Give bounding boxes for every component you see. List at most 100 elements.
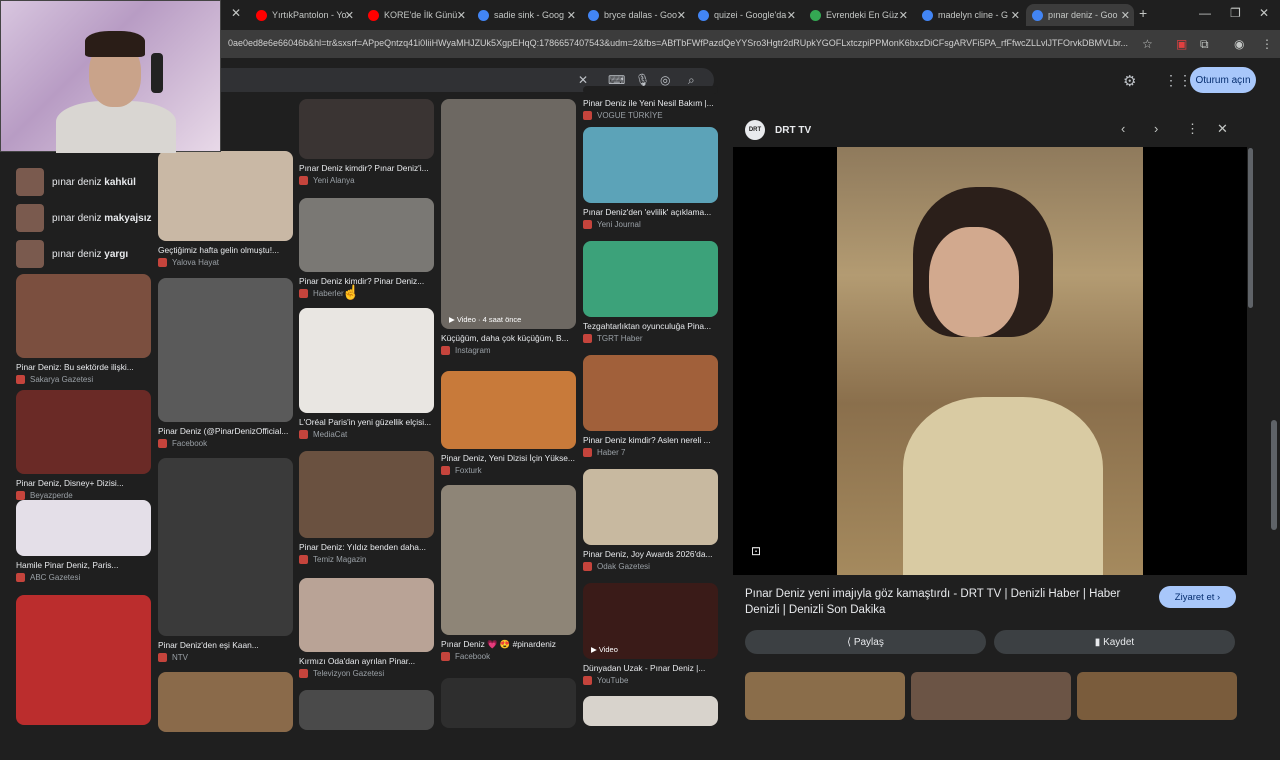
image-result-card[interactable]: Tezgahtarlıktan oyunculuğa Pina... TGRT H… — [583, 241, 718, 345]
image-result-card[interactable] — [158, 672, 293, 760]
result-thumbnail[interactable] — [441, 99, 576, 329]
signin-button[interactable]: Oturum açın — [1190, 67, 1256, 93]
related-search-item[interactable]: pınar deniz makyajsız — [16, 204, 152, 232]
image-result-card[interactable]: Pınar Deniz kimdir? Pınar Deniz'i... Yeni… — [299, 99, 434, 187]
result-thumbnail[interactable] — [583, 355, 718, 431]
browser-tab[interactable]: sadie sink - Goog ✕ — [472, 4, 580, 26]
image-result-card[interactable]: Pinar Deniz, Yeni Dizisi İçin Yükse... Fo… — [441, 371, 576, 477]
url-text[interactable]: 0ae0ed8e6e66046b&hl=tr&sxsrf=APpeQntzq41… — [228, 38, 1133, 48]
image-result-card[interactable]: Kırmızı Oda'dan ayrılan Pinar... Televizy… — [299, 578, 434, 680]
image-result-card[interactable]: Pinar Deniz, Disney+ Dizisi... Beyazperde — [16, 390, 151, 502]
visit-button[interactable]: Ziyaret et › — [1159, 586, 1236, 608]
next-icon[interactable]: › — [1154, 121, 1158, 136]
image-result-card[interactable]: Pınar Deniz'den 'evlilik' açıklama... Yen… — [583, 127, 718, 231]
result-thumbnail[interactable] — [16, 595, 151, 725]
result-caption[interactable]: Pinar Deniz kimdir? Pinar Deniz... — [299, 276, 434, 286]
similar-image[interactable] — [1077, 672, 1237, 720]
image-result-card[interactable]: Hamile Pinar Deniz, Paris... ABC Gazetesi — [16, 500, 151, 584]
apps-grid-icon[interactable]: ⋮⋮ — [1164, 72, 1192, 89]
result-thumbnail[interactable] — [16, 274, 151, 358]
result-thumbnail[interactable] — [299, 451, 434, 538]
result-caption[interactable]: Pınar Deniz'den 'evlilik' açıklama... — [583, 207, 718, 217]
panel-source[interactable]: DRT DRT TV — [745, 120, 811, 140]
browser-tab[interactable]: KORE'de İlk Günü ✕ — [362, 4, 470, 26]
result-caption[interactable]: Küçüğüm, daha çok küçüğüm, B... — [441, 333, 576, 343]
result-thumbnail[interactable] — [299, 308, 434, 413]
tab-close-icon[interactable]: ✕ — [677, 9, 686, 22]
preview-title[interactable]: Pınar Deniz yeni imajıyla göz kamaştırdı… — [745, 586, 1145, 618]
more-options-icon[interactable]: ⋮ — [1186, 121, 1199, 137]
result-caption[interactable]: Geçtiğimiz hafta gelin olmuştu!... — [158, 245, 293, 255]
result-thumbnail[interactable] — [441, 678, 576, 728]
related-search-item[interactable]: pınar deniz kahkül — [16, 168, 136, 196]
image-result-card[interactable]: Pinar Deniz, Joy Awards 2026'da... Odak G… — [583, 469, 718, 573]
image-result-card[interactable]: L'Oréal Paris'in yeni güzellik elçisi...… — [299, 308, 434, 441]
tab-close-icon[interactable]: ✕ — [787, 9, 796, 22]
tab-close-icon[interactable]: ✕ — [567, 9, 576, 22]
result-caption[interactable]: Hamile Pinar Deniz, Paris... — [16, 560, 151, 570]
result-caption[interactable]: Pinar Deniz: Yıldız benden daha... — [299, 542, 434, 552]
result-caption[interactable]: Pinar Deniz: Bu sektörde ilişki... — [16, 362, 151, 372]
result-thumbnail[interactable] — [583, 469, 718, 545]
image-result-card[interactable]: Pinar Deniz'den eşi Kaan... NTV — [158, 458, 293, 664]
result-caption[interactable]: Pınar Deniz 💗 😍 #pinardeniz — [441, 639, 576, 650]
result-thumbnail[interactable] — [583, 127, 718, 203]
image-result-card[interactable]: Pinar Deniz: Yıldız benden daha... Temiz … — [299, 451, 434, 566]
browser-tab[interactable]: YırtıkPantolon - Yo ✕ — [250, 4, 358, 26]
panel-scrollbar[interactable] — [1248, 148, 1253, 308]
result-thumbnail[interactable] — [299, 578, 434, 652]
previous-icon[interactable]: ‹ — [1121, 121, 1125, 136]
save-button[interactable]: ▮ Kaydet — [994, 630, 1235, 654]
result-thumbnail[interactable] — [158, 278, 293, 422]
result-caption[interactable]: Pinar Deniz (@PinarDenizOfficial... — [158, 426, 293, 436]
related-search-item[interactable]: pınar deniz yargı — [16, 240, 128, 268]
image-result-card[interactable] — [299, 690, 434, 758]
result-thumbnail[interactable] — [16, 500, 151, 556]
browser-tab[interactable]: bryce dallas - Goo ✕ — [582, 4, 690, 26]
result-caption[interactable]: Pinar Deniz, Disney+ Dizisi... — [16, 478, 151, 488]
result-caption[interactable]: Pinar Deniz'den eşi Kaan... — [158, 640, 293, 650]
lens-icon[interactable]: ◎ — [660, 73, 670, 87]
similar-image[interactable] — [745, 672, 905, 720]
page-scrollbar[interactable] — [1271, 120, 1277, 720]
image-result-card[interactable]: Pinar Deniz ile Yeni Nesil Bakım |... VOG… — [583, 86, 718, 122]
result-thumbnail[interactable] — [441, 485, 576, 635]
browser-tab[interactable]: pınar deniz - Goo ✕ — [1026, 4, 1134, 26]
result-thumbnail[interactable] — [299, 690, 434, 730]
extensions-puzzle-icon[interactable]: ⧉ — [1200, 37, 1209, 52]
minimize-icon[interactable]: — — [1199, 6, 1211, 20]
image-result-card[interactable]: Pinar Deniz kimdir? Aslen nereli ... Habe… — [583, 355, 718, 459]
result-thumbnail[interactable] — [441, 371, 576, 449]
result-thumbnail[interactable] — [583, 241, 718, 317]
image-result-card[interactable] — [16, 595, 151, 753]
close-window-icon[interactable]: ✕ — [1259, 6, 1269, 20]
result-thumbnail[interactable] — [158, 458, 293, 636]
result-caption[interactable]: Pinar Deniz, Yeni Dizisi İçin Yükse... — [441, 453, 576, 463]
tab-close-icon[interactable]: ✕ — [457, 9, 466, 22]
result-thumbnail[interactable] — [299, 198, 434, 272]
image-result-card[interactable]: Geçtiğimiz hafta gelin olmuştu!... Yalova… — [158, 151, 293, 269]
result-caption[interactable]: Pinar Deniz ile Yeni Nesil Bakım |... — [583, 98, 718, 108]
share-button[interactable]: ⟨ Paylaş — [745, 630, 986, 654]
scrollbar-thumb[interactable] — [1271, 420, 1277, 530]
image-result-card[interactable]: Pinar Deniz kimdir? Pinar Deniz... Haberl… — [299, 198, 434, 300]
extension-icon[interactable]: ▣ — [1176, 37, 1187, 51]
result-thumbnail[interactable] — [16, 390, 151, 474]
tab-close-icon[interactable]: ✕ — [899, 9, 908, 22]
new-tab-icon[interactable]: + — [1139, 5, 1147, 21]
maximize-icon[interactable]: ❐ — [1230, 6, 1241, 20]
image-result-card[interactable]: Pınar Deniz 💗 😍 #pinardeniz Facebook — [441, 485, 576, 663]
result-thumbnail[interactable] — [583, 696, 718, 726]
result-caption[interactable]: Kırmızı Oda'dan ayrılan Pinar... — [299, 656, 434, 666]
image-result-card[interactable] — [583, 696, 718, 754]
tab-close-icon[interactable]: ✕ — [345, 9, 354, 22]
tab-close-icon[interactable]: ✕ — [1011, 9, 1020, 22]
tab-close-icon[interactable]: ✕ — [231, 6, 241, 20]
clear-icon[interactable]: ✕ — [578, 73, 588, 87]
preview-image[interactable] — [733, 147, 1247, 575]
bookmark-star-icon[interactable]: ☆ — [1142, 37, 1153, 51]
image-result-card[interactable]: Pinar Deniz: Bu sektörde ilişki... Sakary… — [16, 274, 151, 386]
result-caption[interactable]: Pinar Deniz kimdir? Aslen nereli ... — [583, 435, 718, 445]
image-result-card[interactable] — [441, 678, 576, 756]
browser-tab[interactable]: Evrendeki En Güz ✕ — [804, 4, 912, 26]
